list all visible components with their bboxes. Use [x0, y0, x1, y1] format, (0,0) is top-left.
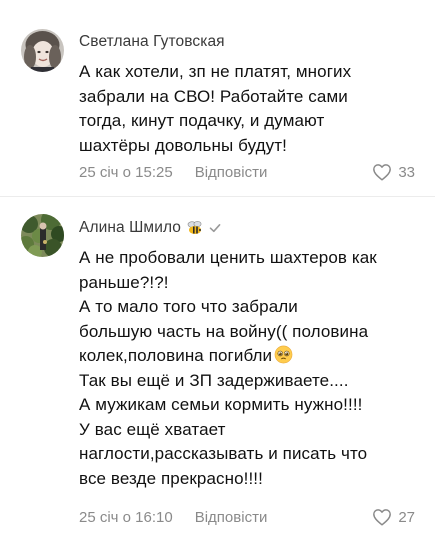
comment-line: А то мало того что забрали: [79, 297, 298, 316]
bee-icon: [187, 221, 202, 234]
comment-line: тогда, кинут подачку, и думают: [79, 111, 325, 130]
check-icon: [209, 224, 221, 233]
comment-author[interactable]: Светлана Гутовская: [79, 33, 225, 51]
pleading-face-icon: [274, 345, 293, 364]
comment-line-with-emoji: колек,половина погибли: [79, 344, 419, 369]
author-name[interactable]: Алина Шмило: [79, 219, 181, 237]
like-button[interactable]: 33: [372, 163, 415, 181]
avatar[interactable]: [21, 214, 64, 257]
author-badges: [186, 220, 222, 236]
comment-line: забрали на СВО! Работайте сами: [79, 86, 348, 106]
comment-feed: Светлана Гутовская А как хотели, зп не п…: [0, 0, 435, 540]
comment-line: У вас ещё хватает: [79, 419, 226, 439]
comment-time[interactable]: 25 січ о 16:10: [79, 509, 173, 526]
comment-line: А мужикам семьи кормить нужно!!!!: [79, 395, 363, 414]
comment-meta: 25 січ о 15:25 Відповісти 33: [79, 163, 415, 181]
comment-line: шахтёры довольны будут!: [79, 135, 287, 155]
like-count: 27: [398, 508, 415, 526]
comment-meta: 25 січ о 16:10 Відповісти 27: [79, 508, 415, 526]
comment-text: А как хотели, зп не платят, многих забра…: [79, 60, 419, 158]
comment-time[interactable]: 25 січ о 15:25: [79, 164, 173, 181]
comment-line: колек,половина погибли: [79, 346, 273, 365]
divider: [0, 196, 435, 197]
comment-line: А как хотели, зп не платят, многих: [79, 62, 352, 81]
author-name[interactable]: Светлана Гутовская: [79, 33, 225, 51]
comment: Светлана Гутовская А как хотели, зп не п…: [0, 0, 435, 200]
comment-text: А не пробовали ценить шахтеров как раньш…: [79, 246, 419, 491]
comment-line: все везде прекрасно!!!!: [79, 468, 263, 488]
heart-icon: [373, 509, 392, 526]
reply-button[interactable]: Відповісти: [195, 509, 268, 526]
comment-line: наглости,рассказывать и писать что: [79, 444, 368, 463]
heart-icon: [373, 164, 392, 181]
comment-line: А не пробовали ценить шахтеров как: [79, 248, 377, 267]
comment: Алина Шмило А не пробовали ценить шахтер…: [0, 200, 435, 540]
comment-line: раньше?!?!: [79, 272, 169, 292]
comment-author[interactable]: Алина Шмило: [79, 219, 222, 237]
like-count: 33: [398, 163, 415, 181]
comment-line: большую часть на войну(( половина: [79, 321, 369, 341]
avatar[interactable]: [21, 29, 64, 72]
comment-line: Так вы ещё и ЗП задерживаете....: [79, 370, 349, 390]
like-button[interactable]: 27: [372, 508, 415, 526]
reply-button[interactable]: Відповісти: [195, 164, 268, 181]
